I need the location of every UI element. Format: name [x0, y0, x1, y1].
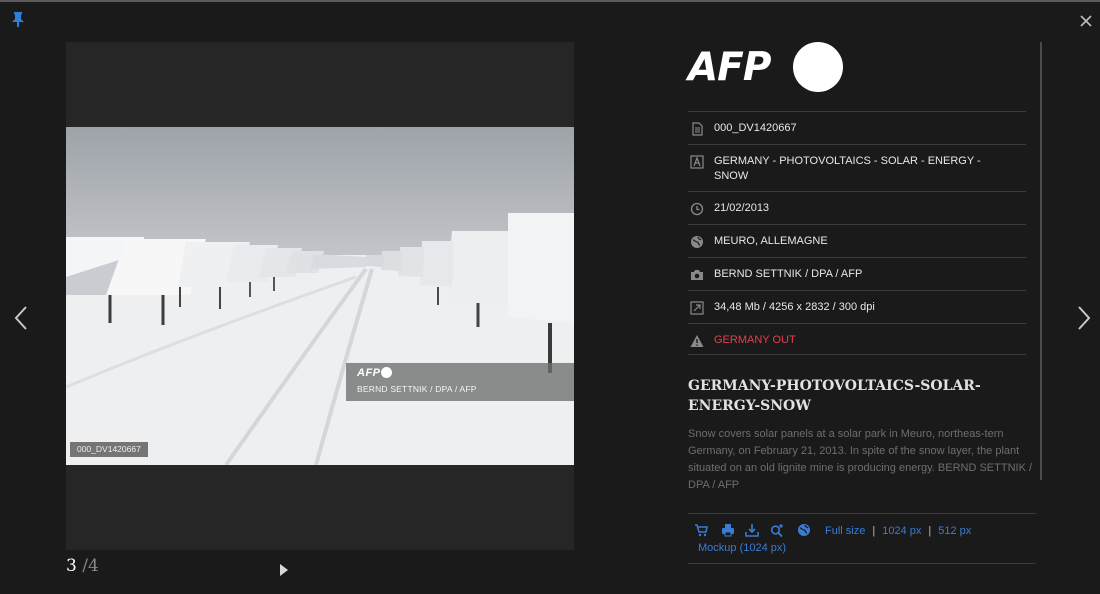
photo[interactable]: AFP BERND SETTNIK / DPA / AFP 000_DV1420… — [66, 127, 574, 465]
image-viewer: AFP BERND SETTNIK / DPA / AFP 000_DV1420… — [66, 42, 574, 550]
resize-icon — [690, 301, 704, 315]
page-total: /4 — [82, 556, 99, 576]
clock-icon — [690, 202, 704, 216]
actions-divider-bottom — [688, 563, 1036, 564]
afp-logo-small: AFP — [357, 367, 381, 379]
meta-size: 34,48 Mb / 4256 x 2832 / 300 dpi — [714, 301, 875, 313]
meta-title: GERMANY - PHOTOVOLTAICS - SOLAR - ENERGY… — [714, 155, 981, 182]
photo-credit-text: BERND SETTNIK / DPA / AFP — [357, 384, 477, 394]
actions-divider-top — [688, 513, 1036, 514]
download-size-links: Full size | 1024 px | 512 px — [825, 525, 971, 537]
scrollbar[interactable] — [1040, 42, 1042, 480]
top-border — [0, 0, 1100, 2]
meta-row-id: 000_DV1420667 — [688, 111, 1026, 144]
afp-logo-text: AFP — [688, 45, 771, 90]
meta-row-restriction: GERMANY OUT — [688, 323, 1026, 356]
zoom-plus-icon[interactable] — [770, 523, 784, 537]
headline: GERMANY-PHOTOVOLTAICS-SOLAR-ENERGY-SNOW — [688, 378, 981, 414]
meta-row-date: 21/02/2013 — [688, 191, 1026, 224]
afp-logo-circle — [793, 42, 843, 92]
photo-credit-overlay: AFP BERND SETTNIK / DPA / AFP — [346, 363, 574, 401]
link-separator: | — [928, 525, 932, 537]
full-size-link[interactable]: Full size — [825, 525, 865, 537]
meta-row-location: MEURO, ALLEMAGNE — [688, 224, 1026, 257]
meta-divider — [688, 354, 1026, 355]
afp-logo: AFP — [688, 42, 848, 92]
play-icon[interactable] — [279, 563, 289, 577]
pin-icon[interactable] — [11, 11, 25, 27]
cart-icon[interactable] — [694, 523, 708, 537]
download-icon[interactable] — [745, 523, 759, 537]
meta-row-credit: BERND SETTNIK / DPA / AFP — [688, 257, 1026, 290]
meta-date: 21/02/2013 — [714, 202, 770, 214]
mockup-link[interactable]: Mockup (1024 px) — [698, 542, 786, 554]
meta-restriction: GERMANY OUT — [714, 334, 796, 346]
meta-row-size: 34,48 Mb / 4256 x 2832 / 300 dpi — [688, 290, 1026, 323]
letter-a-icon — [690, 155, 704, 169]
page-indicator: 3 /4 — [66, 556, 99, 576]
size-512-link[interactable]: 512 px — [938, 525, 971, 537]
warning-icon — [690, 335, 704, 347]
caption: Snow covers solar panels at a solar park… — [688, 428, 1033, 491]
chevron-left-icon[interactable] — [13, 305, 29, 331]
link-separator: | — [872, 525, 876, 537]
meta-row-title: GERMANY - PHOTOVOLTAICS - SOLAR - ENERGY… — [688, 144, 1026, 191]
camera-icon — [691, 270, 703, 280]
print-icon[interactable] — [721, 523, 735, 537]
globe-icon[interactable] — [797, 523, 811, 537]
page-current: 3 — [66, 556, 77, 576]
photo-id-label: 000_DV1420667 — [70, 442, 148, 457]
size-1024-link[interactable]: 1024 px — [882, 525, 921, 537]
afp-logo-dot — [381, 367, 392, 378]
meta-location: MEURO, ALLEMAGNE — [714, 235, 828, 247]
metadata-list: 000_DV1420667 GERMANY - PHOTOVOLTAICS - … — [688, 111, 1026, 356]
close-icon[interactable] — [1078, 13, 1094, 29]
document-icon — [692, 122, 703, 136]
chevron-right-icon[interactable] — [1076, 305, 1092, 331]
meta-id: 000_DV1420667 — [714, 122, 797, 134]
meta-credit: BERND SETTNIK / DPA / AFP — [714, 268, 863, 280]
globe-icon — [691, 236, 703, 248]
